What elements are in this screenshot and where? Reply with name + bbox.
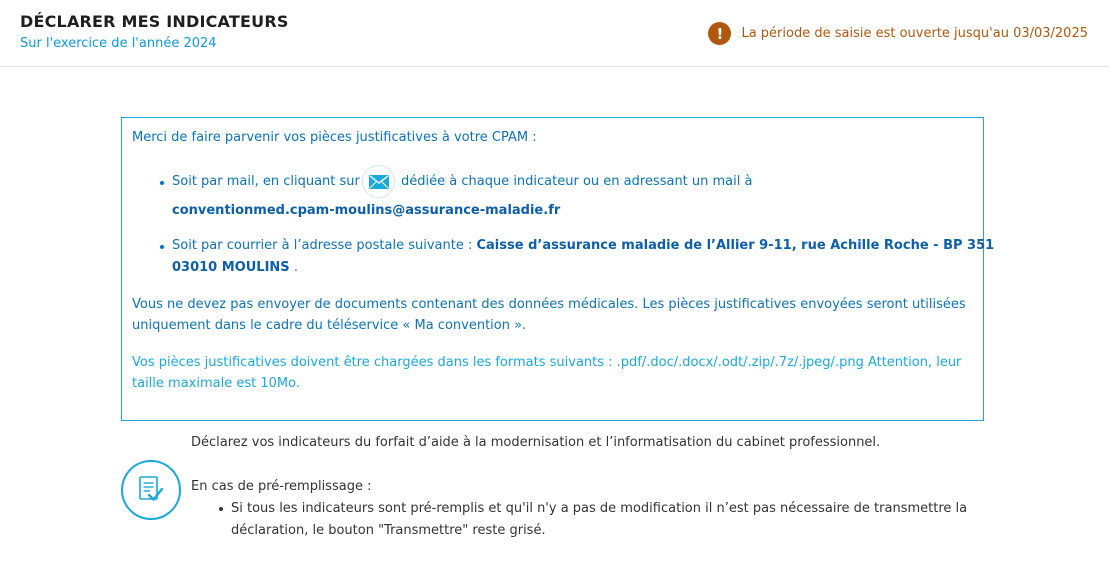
mail-item-before-icon: Soit par mail, en cliquant sur <box>172 174 360 189</box>
cpam-email: conventionmed.cpam-moulins@assurance-mal… <box>172 203 561 218</box>
deadline-notice: ! La période de saisie est ouverte jusqu… <box>708 22 1088 45</box>
mail-item-after-icon: dédiée à chaque indicateur ou en adressa… <box>401 174 753 189</box>
prefill-line2: déclaration, le bouton "Transmettre" res… <box>231 523 546 538</box>
formats-notice-line1: Vos pièces justificatives doivent être c… <box>132 355 962 370</box>
info-intro: Merci de faire parvenir vos pièces justi… <box>132 130 537 145</box>
formats-notice-line2: taille maximale est 10Mo. <box>132 376 300 391</box>
deadline-text: La période de saisie est ouverte jusqu'a… <box>741 26 1088 41</box>
post-item-line2: 03010 MOULINS . <box>172 260 298 275</box>
mail-icon <box>368 174 389 189</box>
document-check-icon <box>121 460 181 520</box>
postal-address-line1: Caisse d’assurance maladie de l’Allier 9… <box>476 238 995 253</box>
page-title: DÉCLARER MES INDICATEURS <box>20 12 289 31</box>
medical-notice-line2: uniquement dans le cadre du téléservice … <box>132 318 527 333</box>
bullet-dot <box>160 181 164 185</box>
page-subtitle: Sur l'exercice de l'année 2024 <box>20 36 217 51</box>
mail-button[interactable] <box>362 165 395 198</box>
indicators-intro: Déclarez vos indicateurs du forfait d’ai… <box>191 435 881 450</box>
prefill-line1: Si tous les indicateurs sont pré-remplis… <box>231 501 968 516</box>
alert-icon: ! <box>708 22 732 45</box>
post-item-prefix: Soit par courrier à l’adresse postale su… <box>172 238 473 253</box>
medical-notice-line1: Vous ne devez pas envoyer de documents c… <box>132 297 966 312</box>
bullet-dot <box>160 245 164 249</box>
bullet-dot <box>219 507 223 511</box>
justification-info-box: Merci de faire parvenir vos pièces justi… <box>121 117 994 421</box>
post-item-suffix: . <box>293 260 298 275</box>
page-header: DÉCLARER MES INDICATEURS Sur l'exercice … <box>0 0 1109 67</box>
postal-address-line2: 03010 MOULINS <box>172 260 290 275</box>
prefill-title: En cas de pré-remplissage : <box>191 479 372 494</box>
post-item-line1: Soit par courrier à l’adresse postale su… <box>172 238 994 253</box>
